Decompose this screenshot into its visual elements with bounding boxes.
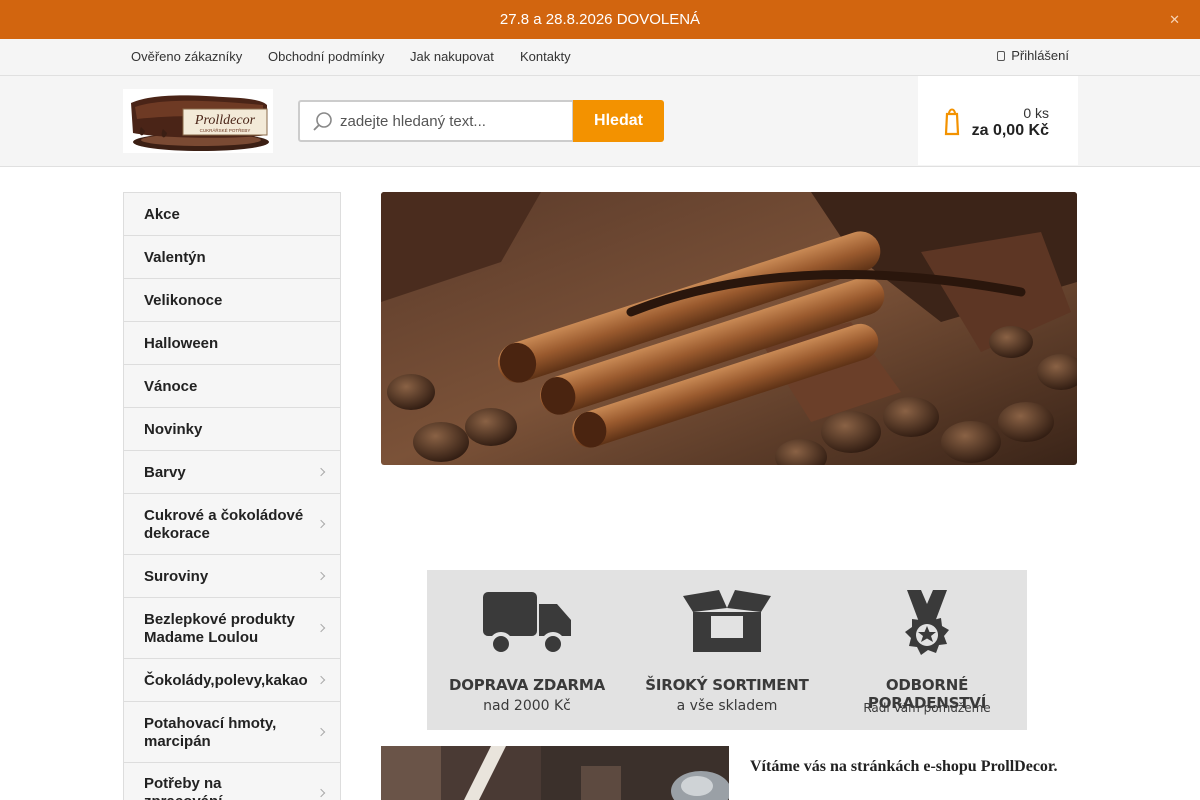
nav-link-contacts[interactable]: Kontakty <box>520 49 571 64</box>
benefits-banner: DOPRAVA ZDARMA nad 2000 Kč ŠIROKÝ SORTIM… <box>427 570 1027 730</box>
close-icon[interactable]: ✕ <box>1169 0 1180 39</box>
benefit-free-shipping: DOPRAVA ZDARMA nad 2000 Kč <box>427 570 627 730</box>
announcement-text: 27.8 a 28.8.2026 DOVOLENÁ <box>499 11 701 28</box>
category-label: Vánoce <box>144 378 198 395</box>
benefit-subtitle: a vše skladem <box>676 698 778 714</box>
announcement-bar: 27.8 a 28.8.2026 DOVOLENÁ ✕ <box>0 0 1200 39</box>
category-sidebar: Akce Valentýn Velikonoce Halloween Vánoc… <box>123 192 341 800</box>
site-header: Prolldecor CUKRÁŘSKÉ POTŘEBY Hledat 0 ks… <box>0 76 1200 167</box>
category-valentyn[interactable]: Valentýn <box>124 236 340 279</box>
category-label: Halloween <box>144 335 219 352</box>
chevron-right-icon <box>316 623 326 633</box>
category-velikonoce[interactable]: Velikonoce <box>124 279 340 322</box>
category-novinky[interactable]: Novinky <box>124 408 340 451</box>
category-akce[interactable]: Akce <box>124 193 340 236</box>
chevron-right-icon <box>316 467 326 477</box>
category-potahovaci[interactable]: Potahovací hmoty, marcipán <box>124 702 340 763</box>
medal-icon <box>905 590 949 655</box>
benefit-subtitle: nad 2000 Kč <box>483 698 571 714</box>
category-barvy[interactable]: Barvy <box>124 451 340 494</box>
nav-link-verified[interactable]: Ověřeno zákazníky <box>131 49 242 64</box>
category-cokolady[interactable]: Čokolády,polevy,kakao <box>124 659 340 702</box>
category-label: Suroviny <box>144 568 209 585</box>
cart-widget[interactable]: 0 ks za 0,00 Kč <box>918 76 1078 165</box>
benefit-subtitle: Rádi Vám pomůžeme <box>863 701 991 715</box>
category-label: Potřeby na zpracování <box>144 775 222 800</box>
store-photo <box>381 746 729 800</box>
category-label: Valentýn <box>144 249 206 266</box>
cart-quantity: 0 ks <box>1023 105 1049 121</box>
cart-total: za 0,00 Kč <box>971 122 1049 139</box>
search-button[interactable]: Hledat <box>573 100 664 142</box>
hero-image <box>381 192 1077 465</box>
category-potreby[interactable]: Potřeby na zpracování <box>124 763 340 800</box>
category-vanoce[interactable]: Vánoce <box>124 365 340 408</box>
nav-link-terms[interactable]: Obchodní podmínky <box>268 49 384 64</box>
benefit-title: DOPRAVA ZDARMA <box>449 676 605 694</box>
truck-icon <box>483 592 571 656</box>
chevron-right-icon <box>316 727 326 737</box>
chevron-right-icon <box>316 519 326 529</box>
category-label: Čokolády,polevy,kakao <box>144 672 308 689</box>
category-dekorace[interactable]: Cukrové a čokoládové dekorace <box>124 494 340 555</box>
category-label: Velikonoce <box>144 292 223 309</box>
top-navigation: Ověřeno zákazníky Obchodní podmínky Jak … <box>0 39 1200 76</box>
logo-text: Prolldecor <box>194 113 256 128</box>
shopping-bag-icon <box>944 108 960 136</box>
category-label: Potahovací hmoty, marcipán <box>144 715 277 750</box>
box-icon <box>683 590 771 652</box>
benefit-title: ŠIROKÝ SORTIMENT <box>645 676 809 694</box>
store-image <box>381 746 729 800</box>
search-icon <box>313 112 332 131</box>
benefit-wide-assortment: ŠIROKÝ SORTIMENT a vše skladem <box>627 570 827 730</box>
category-suroviny[interactable]: Suroviny <box>124 555 340 598</box>
category-label: Barvy <box>144 464 186 481</box>
chevron-right-icon <box>316 675 326 685</box>
category-halloween[interactable]: Halloween <box>124 322 340 365</box>
category-label: Novinky <box>144 421 203 438</box>
category-label: Cukrové a čokoládové dekorace <box>144 507 304 542</box>
logo-image: Prolldecor CUKRÁŘSKÉ POTŘEBY <box>123 89 273 153</box>
category-label: Akce <box>144 206 180 223</box>
hero-banner[interactable] <box>381 192 1077 465</box>
benefit-expert-advice: ODBORNÉ PORADENSTVÍ Rádi Vám pomůžeme <box>827 570 1027 730</box>
search-input[interactable] <box>340 110 565 132</box>
chevron-right-icon <box>316 788 326 798</box>
welcome-heading: Vítáme vás na stránkách e-shopu ProllDec… <box>750 758 1058 775</box>
login-label: Přihlášení <box>1011 48 1069 63</box>
category-label: Bezlepkové produkty Madame Loulou <box>144 611 295 646</box>
category-bezlepkove[interactable]: Bezlepkové produkty Madame Loulou <box>124 598 340 659</box>
search-box <box>298 100 574 142</box>
lock-icon <box>997 51 1006 61</box>
logo-tagline: CUKRÁŘSKÉ POTŘEBY <box>200 126 251 133</box>
nav-link-how-to-buy[interactable]: Jak nakupovat <box>410 49 494 64</box>
site-logo[interactable]: Prolldecor CUKRÁŘSKÉ POTŘEBY <box>123 89 273 153</box>
chevron-right-icon <box>316 571 326 581</box>
login-link[interactable]: Přihlášení <box>997 48 1069 63</box>
